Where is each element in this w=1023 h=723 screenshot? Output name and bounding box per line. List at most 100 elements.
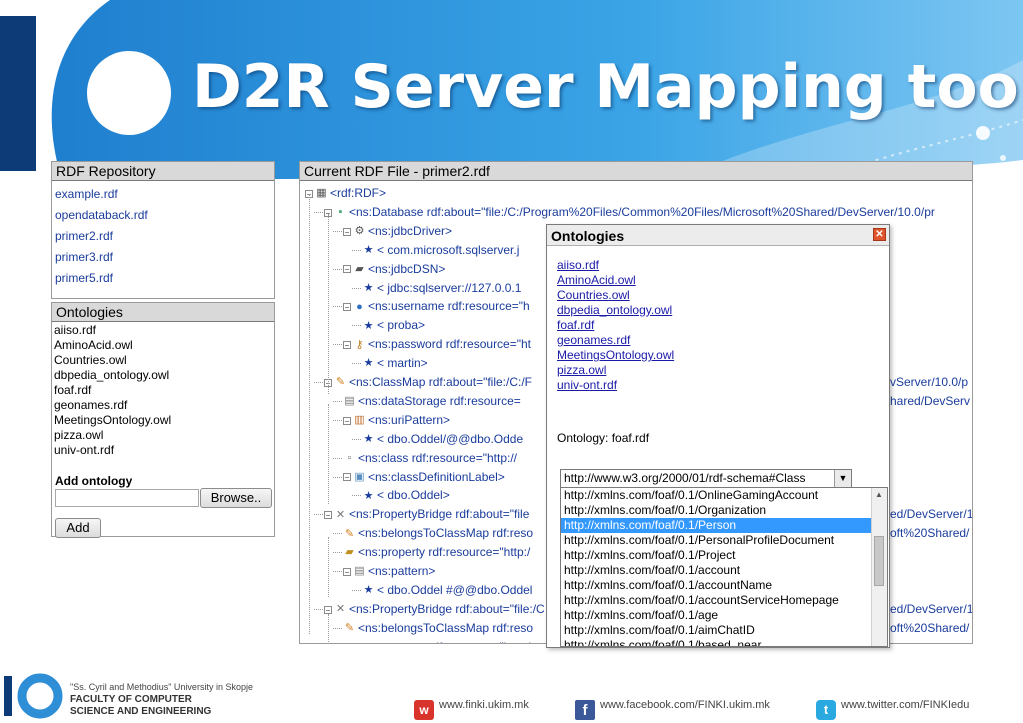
website-link[interactable]: www.finki.ukim.mk <box>439 699 529 711</box>
dropdown-option[interactable]: http://xmlns.com/foaf/0.1/age <box>561 608 887 623</box>
ontology-item[interactable]: Countries.owl <box>54 353 272 368</box>
tree-node[interactable]: − ▥ <ns:uriPattern> <box>343 411 450 429</box>
dialog-title: Ontologies <box>551 228 625 244</box>
dropdown-option-selected[interactable]: http://xmlns.com/foaf/0.1/Person <box>561 518 887 533</box>
tree-node[interactable]: − ▣ <ns:classDefinitionLabel> <box>343 468 505 486</box>
collapse-toggle-icon[interactable]: − <box>324 605 332 614</box>
repository-file-link[interactable]: primer3.rdf <box>55 248 271 269</box>
ontology-item[interactable]: pizza.owl <box>54 428 272 443</box>
repository-file-link[interactable]: primer2.rdf <box>55 227 271 248</box>
collapse-toggle-icon[interactable]: − <box>343 567 351 576</box>
ontology-item[interactable]: foaf.rdf <box>54 383 272 398</box>
scrollbar-thumb[interactable] <box>874 536 884 586</box>
dropdown-option[interactable]: http://xmlns.com/foaf/0.1/account <box>561 563 887 578</box>
ontology-item[interactable]: univ-ont.rdf <box>54 443 272 458</box>
tree-node[interactable]: ★ < dbo.Oddel #@@dbo.Oddel <box>362 581 533 599</box>
tree-node[interactable]: − ✕ <ns:PropertyBridge rdf:about="file <box>324 505 529 523</box>
chevron-down-icon[interactable]: ▼ <box>834 470 851 487</box>
close-icon[interactable]: ✕ <box>873 228 886 241</box>
tree-node-label: <ns:uriPattern> <box>368 412 451 427</box>
repository-file-link[interactable]: example.rdf <box>55 185 271 206</box>
tree-node[interactable]: ▤ <ns:dataStorage rdf:resource= <box>343 392 520 410</box>
tree-connector <box>333 552 342 554</box>
dialog-title-bar: Ontologies ✕ <box>547 225 889 246</box>
ontology-file-input[interactable] <box>55 489 199 507</box>
add-ontology-form: Browse.. Add <box>54 488 272 538</box>
dropdown-option[interactable]: http://xmlns.com/foaf/0.1/Project <box>561 548 887 563</box>
dropdown-option[interactable]: http://xmlns.com/foaf/0.1/aimChatID <box>561 623 887 638</box>
dropdown-option[interactable]: http://xmlns.com/foaf/0.1/based_near <box>561 638 887 646</box>
tree-node-fragment: hared/DevServ <box>890 393 971 408</box>
collapse-toggle-icon[interactable]: − <box>324 511 332 520</box>
tree-node-fragment: ed/DevServer/1 <box>890 507 972 522</box>
tree-node[interactable]: − ▦ <rdf:RDF> <box>305 184 386 202</box>
collapse-toggle-icon[interactable]: − <box>343 227 351 236</box>
ontology-item[interactable]: dbpedia_ontology.owl <box>54 368 272 383</box>
tree-node[interactable]: ▰<ns:property rdf:resource="http:/ <box>343 638 530 643</box>
pattern-icon: ▤ <box>354 565 365 578</box>
tree-node[interactable]: ✎ <ns:belongsToClassMap rdf:reso <box>343 619 533 637</box>
tree-node[interactable]: ★ < proba> <box>362 316 425 334</box>
tree-node[interactable]: ▰<ns:property rdf:resource="http:/ <box>343 543 530 561</box>
tree-node[interactable]: − ▪ <ns:Database rdf:about="file:/C:/Progr… <box>324 203 935 221</box>
dialog-ontology-link[interactable]: univ-ont.rdf <box>557 378 879 393</box>
dropdown-option[interactable]: http://xmlns.com/foaf/0.1/OnlineGamingAc… <box>561 488 887 503</box>
tree-connector <box>314 608 323 610</box>
collapse-toggle-icon[interactable]: − <box>343 341 351 350</box>
ontology-item[interactable]: geonames.rdf <box>54 398 272 413</box>
browse-button[interactable]: Browse.. <box>200 488 272 508</box>
tree-node[interactable]: − ▰ <ns:jdbcDSN> <box>343 260 445 278</box>
tree-node[interactable]: ★ < dbo.Oddel/@@dbo.Odde <box>362 430 524 448</box>
tree-node[interactable]: ✎ <ns:belongsToClassMap rdf:reso <box>343 524 533 542</box>
tree-guide <box>328 614 329 643</box>
dropdown-scrollbar[interactable]: ▲ <box>871 488 887 646</box>
ontology-item[interactable]: aiiso.rdf <box>54 323 272 338</box>
dialog-ontology-link[interactable]: geonames.rdf <box>557 333 879 348</box>
twitter-link[interactable]: www.twitter.com/FINKIedu <box>841 699 969 711</box>
tree-node-fragment: oft%20Shared/ <box>890 620 970 635</box>
dropdown-option[interactable]: http://xmlns.com/foaf/0.1/accountService… <box>561 593 887 608</box>
add-button[interactable]: Add <box>55 518 101 538</box>
class-dropdown-list[interactable]: http://xmlns.com/foaf/0.1/OnlineGamingAc… <box>560 487 888 647</box>
dialog-ontology-link[interactable]: Countries.owl <box>557 288 879 303</box>
tree-node[interactable]: ★ < jdbc:sqlserver://127.0.0.1 <box>362 279 522 297</box>
dialog-ontology-link[interactable]: foaf.rdf <box>557 318 879 333</box>
ontology-item[interactable]: MeetingsOntology.owl <box>54 413 272 428</box>
tree-node[interactable]: − ● <ns:username rdf:resource="h <box>343 297 530 315</box>
tree-node[interactable]: − ⚙ <ns:jdbcDriver> <box>343 222 452 240</box>
repository-file-link[interactable]: opendataback.rdf <box>55 206 271 227</box>
tree-node[interactable]: − ✎ <ns:ClassMap rdf:about="file:/C:/F <box>324 373 532 391</box>
collapse-toggle-icon[interactable]: − <box>343 265 351 274</box>
add-ontology-label: Add ontology <box>55 474 133 488</box>
collapse-toggle-icon[interactable]: − <box>343 473 351 482</box>
facebook-link[interactable]: www.facebook.com/FINKI.ukim.mk <box>600 699 770 711</box>
dropdown-option[interactable]: http://xmlns.com/foaf/0.1/Organization <box>561 503 887 518</box>
dialog-ontology-link[interactable]: aiiso.rdf <box>557 258 879 273</box>
gear-icon: ⚙ <box>354 225 365 238</box>
dropdown-option[interactable]: http://xmlns.com/foaf/0.1/PersonalProfil… <box>561 533 887 548</box>
tree-node[interactable]: ▫ <ns:class rdf:resource="http:// <box>343 449 517 467</box>
tree-node[interactable]: − ⚷ <ns:password rdf:resource="ht <box>343 335 531 353</box>
tree-guide <box>309 194 310 634</box>
dialog-ontology-link[interactable]: dbpedia_ontology.owl <box>557 303 879 318</box>
dialog-ontology-link[interactable]: AminoAcid.owl <box>557 273 879 288</box>
scroll-up-icon[interactable]: ▲ <box>875 490 883 499</box>
repository-file-link[interactable]: primer5.rdf <box>55 269 271 290</box>
dropdown-option[interactable]: http://xmlns.com/foaf/0.1/accountName <box>561 578 887 593</box>
tree-node-label: <ns:belongsToClassMap rdf:reso <box>358 620 534 635</box>
dialog-ontology-link[interactable]: MeetingsOntology.owl <box>557 348 879 363</box>
tree-node-label: <ns:password rdf:resource="ht <box>368 337 532 352</box>
property-icon: ▰ <box>343 641 356 643</box>
tree-node[interactable]: − ▤ <ns:pattern> <box>343 562 435 580</box>
tree-node[interactable]: − ✕ <ns:PropertyBridge rdf:about="file:/C <box>324 600 545 618</box>
class-select[interactable]: http://www.w3.org/2000/01/rdf-schema#Cla… <box>560 469 852 488</box>
ontology-item[interactable]: AminoAcid.owl <box>54 338 272 353</box>
collapse-toggle-icon[interactable]: − <box>343 416 351 425</box>
tree-node[interactable]: ★ < com.microsoft.sqlserver.j <box>362 241 520 259</box>
ontologies-header: Ontologies <box>52 303 274 322</box>
dialog-ontology-link[interactable]: pizza.owl <box>557 363 879 378</box>
tree-connector <box>333 400 342 402</box>
collapse-toggle-icon[interactable]: − <box>343 303 351 312</box>
tree-node[interactable]: ★ < martin> <box>362 354 428 372</box>
tree-node[interactable]: ★ < dbo.Oddel> <box>362 486 450 504</box>
